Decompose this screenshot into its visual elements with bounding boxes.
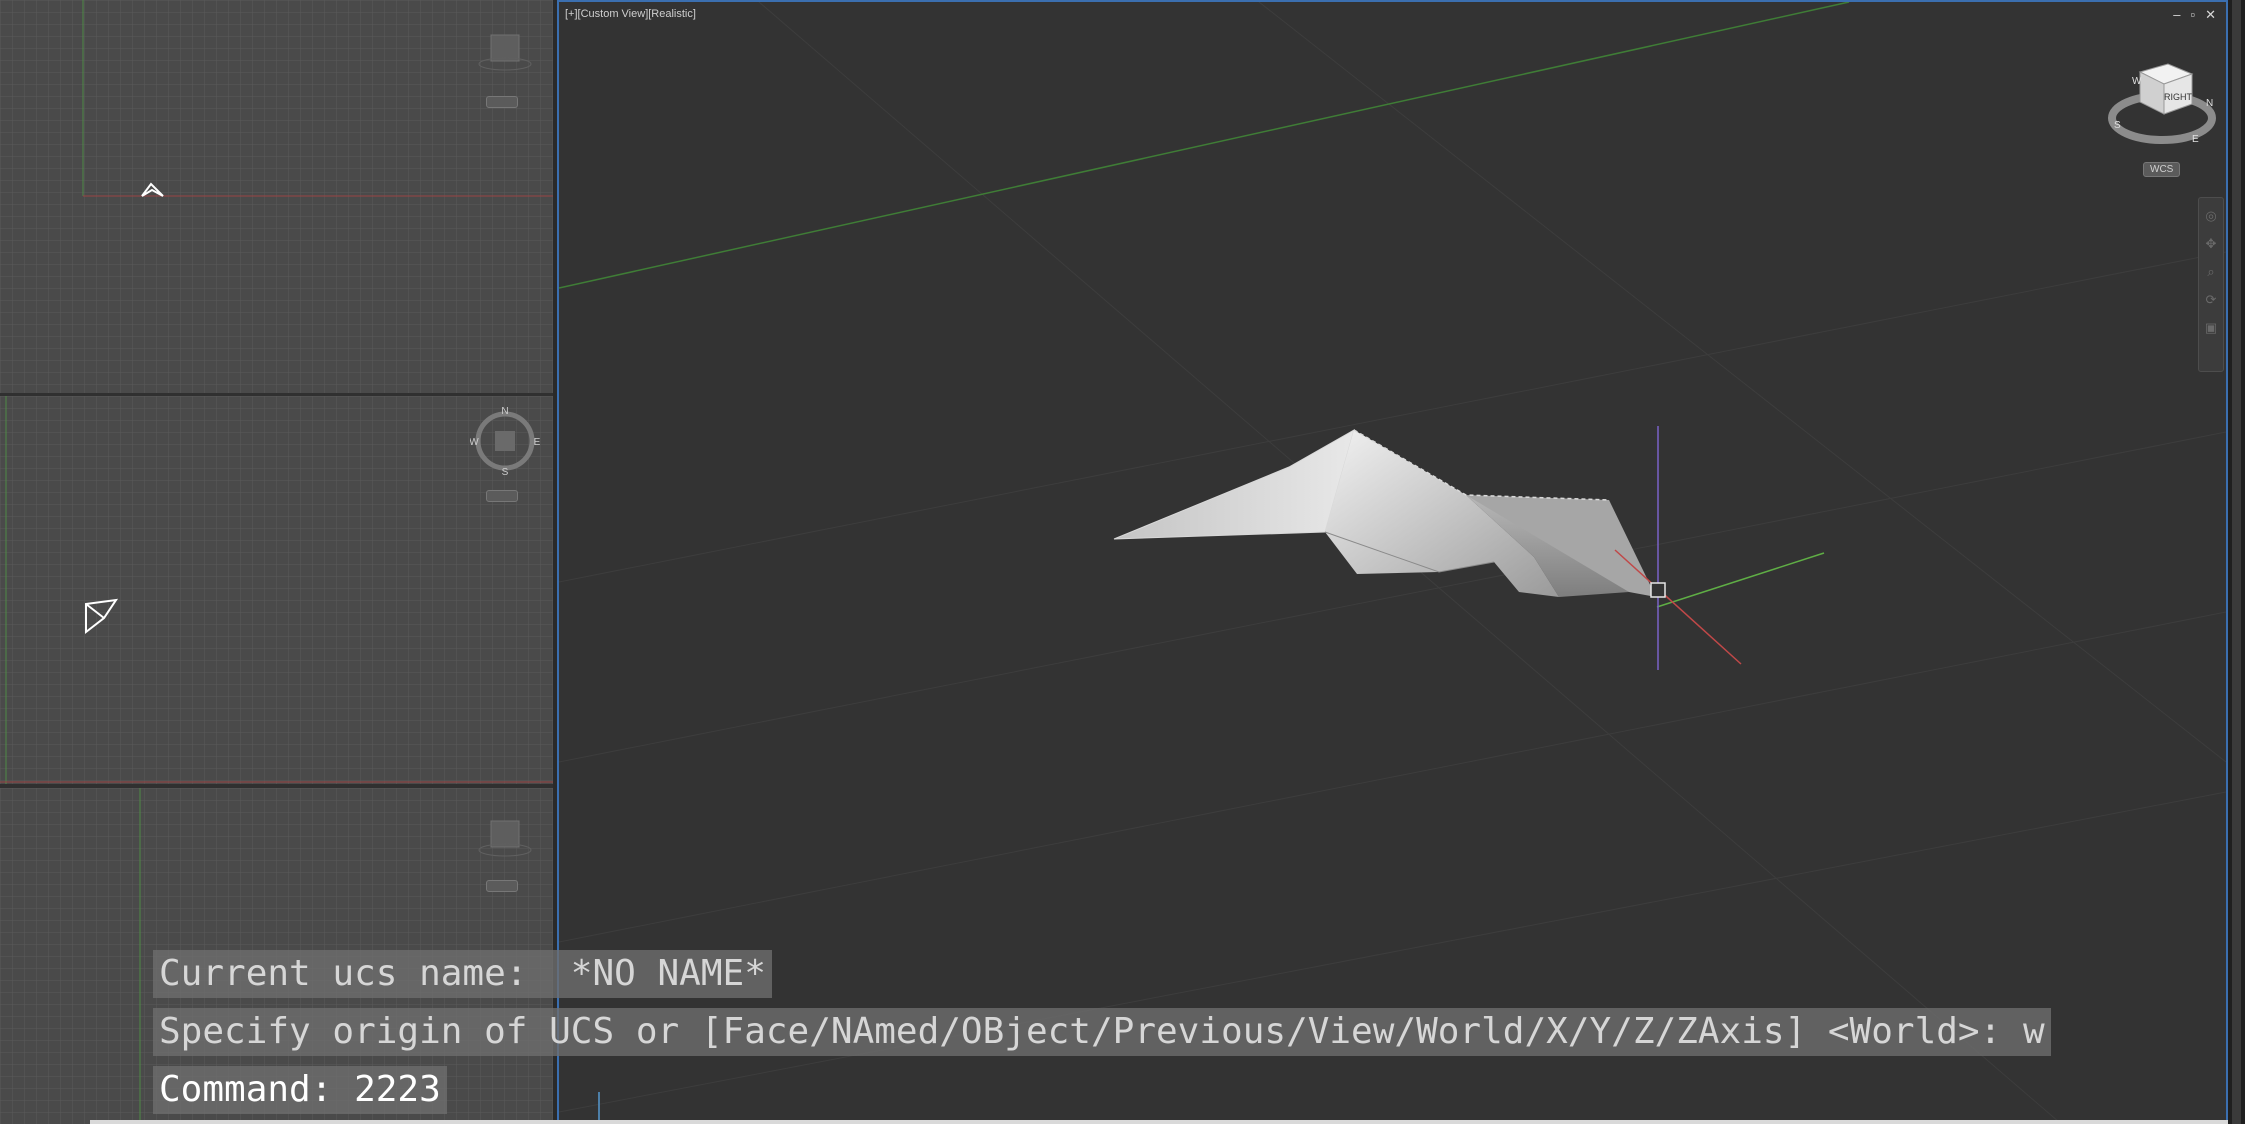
wcs-menu[interactable]: WCS bbox=[2143, 162, 2181, 177]
pan-icon[interactable]: ✥ bbox=[2206, 236, 2217, 252]
command-history-line: Current ucs name: *NO NAME* bbox=[153, 950, 772, 998]
compass-s: S bbox=[502, 467, 509, 476]
viewcube-icon: RIGHT N S E W bbox=[2108, 63, 2216, 145]
wcs-menu-small[interactable] bbox=[486, 880, 518, 892]
model-glyph bbox=[141, 182, 164, 197]
command-input[interactable]: Command: 2223 bbox=[153, 1066, 447, 1114]
viewcube-face-label: RIGHT bbox=[2164, 92, 2193, 102]
compass-w: W bbox=[470, 437, 479, 448]
compass-s: S bbox=[2114, 120, 2121, 131]
viewport-middle-left[interactable]: N S E W bbox=[0, 396, 553, 784]
zoom-icon[interactable]: ⌕ bbox=[2207, 264, 2214, 280]
compass-n: N bbox=[2206, 98, 2213, 109]
compass-e: E bbox=[2192, 134, 2199, 145]
showmotion-icon[interactable]: ▣ bbox=[2205, 320, 2217, 336]
compass-w: W bbox=[2132, 76, 2142, 87]
command-line[interactable]: Current ucs name: *NO NAME* Specify orig… bbox=[153, 950, 2051, 1124]
viewcube-small[interactable] bbox=[478, 32, 532, 81]
viewport-top-left[interactable] bbox=[0, 0, 553, 393]
full-navigation-wheel-icon[interactable]: ◎ bbox=[2205, 208, 2216, 224]
command-history-line: Specify origin of UCS or [Face/NAmed/OBj… bbox=[153, 1008, 2051, 1056]
y-axis-line bbox=[559, 2, 1850, 289]
wcs-menu-small[interactable] bbox=[486, 96, 518, 108]
compass-e: E bbox=[534, 437, 540, 448]
compass-small[interactable]: N S E W bbox=[469, 406, 540, 481]
shaded-surface-model bbox=[1113, 428, 1656, 597]
ucs-crosshair bbox=[1614, 426, 1825, 670]
viewcube[interactable]: RIGHT N S E W bbox=[2106, 58, 2218, 155]
wcs-menu-small[interactable] bbox=[486, 490, 518, 502]
compass-icon: N S E W bbox=[469, 406, 540, 478]
model-glyph bbox=[85, 598, 119, 635]
orbit-icon[interactable]: ⟳ bbox=[2206, 292, 2217, 308]
viewcube-icon bbox=[478, 820, 532, 857]
right-edge-scrollbar[interactable] bbox=[2228, 0, 2245, 1124]
viewport-top-left-canvas bbox=[82, 0, 553, 197]
viewcube-icon bbox=[478, 34, 532, 71]
viewcube-small[interactable] bbox=[478, 818, 532, 867]
compass-n: N bbox=[501, 406, 508, 417]
navigation-bar[interactable]: ◎ ✥ ⌕ ⟳ ▣ bbox=[2198, 197, 2224, 372]
